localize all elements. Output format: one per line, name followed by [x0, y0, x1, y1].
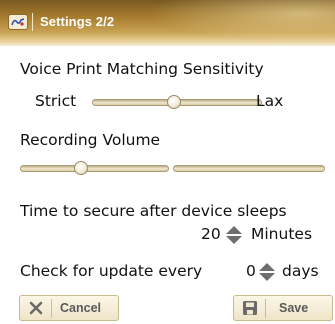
recording-volume-slider-right[interactable]: [173, 165, 325, 172]
sensitivity-slider-thumb[interactable]: [166, 95, 181, 109]
sensitivity-min-label: Strict: [35, 92, 77, 110]
sensitivity-max-label: Lax: [256, 92, 284, 110]
cancel-button[interactable]: Cancel: [19, 295, 119, 321]
cancel-button-label: Cancel: [60, 301, 101, 315]
save-button-divider: [265, 299, 266, 318]
recording-volume-slider-thumb[interactable]: [74, 161, 88, 175]
recording-volume-label: Recording Volume: [20, 131, 161, 149]
close-icon: [29, 301, 43, 315]
update-check-label: Check for update every: [20, 262, 203, 280]
update-check-unit: days: [282, 262, 319, 280]
secure-timeout-spinner-icon[interactable]: [225, 225, 243, 245]
secure-timeout-label: Time to secure after device sleeps: [20, 202, 287, 220]
recording-volume-slider[interactable]: [20, 165, 169, 172]
cancel-button-divider: [51, 299, 52, 318]
save-icon: [243, 301, 257, 315]
page-title: Settings 2/2: [40, 14, 115, 29]
update-check-value[interactable]: 0: [246, 262, 256, 280]
secure-timeout-value[interactable]: 20: [201, 225, 221, 243]
save-button-label: Save: [279, 301, 309, 315]
update-check-spinner-icon[interactable]: [258, 262, 276, 282]
title-bar: Settings 2/2: [0, 0, 335, 46]
app-logo-icon: [8, 14, 28, 30]
title-divider: [32, 13, 33, 31]
voice-print-label: Voice Print Matching Sensitivity: [20, 60, 264, 78]
secure-timeout-unit: Minutes: [251, 225, 313, 243]
save-button[interactable]: Save: [233, 295, 333, 321]
